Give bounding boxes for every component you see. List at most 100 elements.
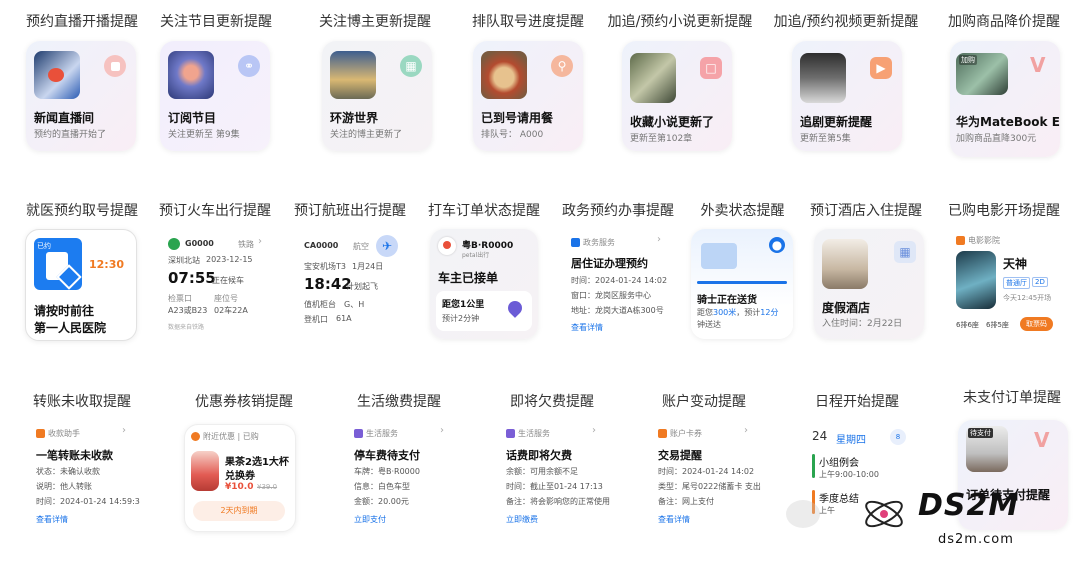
section-title-taxi: 打车订单状态提醒 (428, 203, 540, 219)
live-card[interactable]: 新闻直播间 预约的直播开始了 (26, 41, 136, 151)
rider-illustration (701, 243, 737, 269)
queue-card-title: 已到号请用餐 (481, 111, 554, 125)
train-time: 07:55 (168, 269, 216, 287)
delivery-card[interactable]: ● 骑士正在送货 距您300米，预计12分 钟送达 (691, 229, 793, 339)
transfer-note-row: 说明：他人转账 (36, 482, 92, 491)
hospital-card[interactable]: 已约 12:30 请按时前往 第一人民医院 (25, 229, 137, 341)
dining-icon: ⚲ (551, 55, 573, 77)
train-card[interactable]: G0000 铁路 › 深圳北站 2023-12-15 07:55 正在候车 检票… (160, 229, 270, 339)
location-icon (505, 298, 525, 318)
parking-head: 生活服务 (354, 428, 398, 439)
plane-icon: ✈ (376, 235, 398, 257)
train-icon (168, 238, 180, 250)
transfer-status-row: 状态：未确认收款 (36, 467, 100, 476)
account-card[interactable]: 账户卡券 › 交易提醒 时间：2024-01-24 14:02 类型：尾号022… (652, 420, 762, 530)
parking-plate-row: 车牌：粤B·R0000 (354, 467, 420, 476)
ticket-code-button[interactable]: 取票码 (1020, 317, 1053, 331)
pay-bill-link[interactable]: 立即缴费 (506, 514, 538, 525)
gov-title: 居住证办理预约 (571, 257, 648, 270)
taxi-card[interactable]: 粤B·R0000 petal出行 车主已接单 距您1公里 预计2分钟 (430, 229, 538, 339)
parking-amount-row: 金额：20.00元 (354, 497, 409, 506)
novel-thumbnail (630, 53, 676, 103)
account-note-row: 备注：网上支付 (658, 497, 714, 506)
section-title-transfer: 转账未收取提醒 (33, 394, 131, 410)
movie-head: 电影影院 (956, 235, 1000, 246)
gov-card[interactable]: 政务服务 › 居住证办理预约 时间：2024-01-24 14:02 窗口：龙岗… (563, 229, 673, 339)
transfer-card[interactable]: 收款助手 › 一笔转账未收款 状态：未确认收款 说明：他人转账 时间：2024-… (30, 420, 140, 530)
flight-status: 计划起飞 (346, 282, 378, 291)
movie-poster (956, 251, 996, 309)
video-card-title: 追剧更新提醒 (800, 115, 873, 129)
gov-detail-link[interactable]: 查看详情 (571, 322, 603, 333)
section-title-live: 预约直播开播提醒 (26, 14, 138, 30)
flight-tag: 航空 (353, 242, 369, 251)
wechat-watermark-icon (786, 500, 820, 528)
queue-card-sub: 排队号： A000 (481, 130, 544, 140)
coupon-price: ¥10.0 (225, 482, 254, 492)
live-card-title: 新闻直播间 (34, 111, 95, 125)
program-card-sub: 关注更新至 第9集 (168, 130, 240, 140)
price-drop-card[interactable]: 加购 V 华为MateBook E 加购商品直降300元 (950, 41, 1060, 157)
account-head: 账户卡券 (658, 428, 702, 439)
account-detail-link[interactable]: 查看详情 (658, 514, 690, 525)
blogger-card-sub: 关注的博主更新了 (330, 130, 403, 140)
taxi-dist: 距您1公里 (442, 300, 485, 310)
section-title-bill: 生活缴费提醒 (357, 394, 441, 410)
parking-card[interactable]: 生活服务 › 停车费待支付 车牌：粤B·R0000 信息：白色车型 金额：20.… (348, 420, 458, 530)
unpaid-badge: 待支付 (968, 428, 993, 438)
schedule-count-badge: 8 (890, 429, 906, 445)
coupon-old-price: ¥39.0 (257, 483, 278, 491)
delivery-detail: 距您300米，预计12分 (697, 308, 779, 317)
movie-format-tag: 2D (1032, 277, 1048, 287)
movie-card[interactable]: 电影影院 天神 普通厅 2D 今天12:45开场 6排6座 6排5座 取票码 (950, 229, 1060, 339)
flight-time: 18:42 (304, 275, 352, 293)
gov-head: 政务服务 (571, 237, 615, 248)
hotel-thumbnail (822, 239, 868, 289)
coupon-expiry-button[interactable]: 2天内到期 (193, 501, 285, 521)
queue-card[interactable]: ⚲ 已到号请用餐 排队号： A000 (473, 41, 583, 151)
section-title-blogger: 关注博主更新提醒 (319, 14, 431, 30)
blogger-thumbnail (330, 51, 376, 99)
product-thumbnail: 待支付 (966, 426, 1008, 472)
schedule-day: 24 (812, 429, 828, 443)
movie-time: 今天12:45开场 (1003, 294, 1052, 302)
gov-time-row: 时间：2024-01-24 14:02 (571, 276, 668, 285)
section-title-account: 账户变动提醒 (662, 394, 746, 410)
flight-airport: 宝安机场T3 (304, 262, 346, 271)
live-app-icon (104, 55, 126, 77)
hotel-card[interactable]: ▦ 度假酒店 入住时间：2月22日 (814, 229, 924, 339)
hotel-sub: 入住时间：2月22日 (822, 319, 903, 329)
section-title-queue: 排队取号进度提醒 (472, 14, 584, 30)
event-2-time: 上午 (819, 506, 835, 515)
arrears-card[interactable]: 生活服务 › 话费即将欠费 余额：可用余额不足 时间：截止至01-24 17:1… (500, 420, 610, 530)
arrears-time-row: 时间：截止至01-24 17:13 (506, 482, 603, 491)
video-card[interactable]: ▶ 追剧更新提醒 更新至第5集 (792, 41, 902, 151)
pay-now-link[interactable]: 立即支付 (354, 514, 386, 525)
coupon-title-2: 兑换券 (225, 471, 255, 482)
flight-card[interactable]: CA0000 航空 ✈ 宝安机场T3 1月24日 18:42 计划起飞 值机柜台… (296, 229, 406, 339)
section-title-hotel: 预订酒店入住提醒 (810, 203, 922, 219)
account-type-row: 类型：尾号0222储蓄卡 支出 (658, 482, 761, 491)
hospital-time: 12:30 (89, 258, 125, 271)
coupon-card[interactable]: 附近优惠 | 已购 果茶2选1大杯 兑换券 ¥10.0 ¥39.0 2天内到期 (184, 424, 296, 532)
delivery-detail-end: 钟送达 (697, 320, 721, 329)
transfer-detail-link[interactable]: 查看详情 (36, 514, 68, 525)
arrears-balance-row: 余额：可用余额不足 (506, 467, 578, 476)
section-title-schedule: 日程开始提醒 (815, 394, 899, 410)
section-title-coupon: 优惠券核销提醒 (195, 394, 293, 410)
novel-card[interactable]: □ 收藏小说更新了 更新至第102章 (622, 41, 732, 151)
transfer-time-row: 时间：2024-01-24 14:59:38 (36, 497, 140, 506)
video-thumbnail (800, 53, 846, 103)
chevron-right-icon: › (258, 236, 262, 247)
coupon-title-1: 果茶2选1大杯 (225, 457, 289, 468)
event-1-time: 上午9:00-10:00 (819, 470, 879, 479)
program-card[interactable]: ⚭ 订阅节目 关注更新至 第9集 (160, 41, 270, 151)
taxi-app: petal出行 (462, 252, 490, 259)
section-title-program: 关注节目更新提醒 (160, 14, 272, 30)
gov-addr-row: 地址：龙岗大道A栋300号 (571, 306, 664, 315)
taxi-eta: 预计2分钟 (442, 314, 480, 323)
hotel-title: 度假酒店 (822, 301, 871, 315)
blogger-card[interactable]: ▦ 环游世界 关注的博主更新了 (322, 41, 432, 151)
live-card-sub: 预约的直播开始了 (34, 130, 107, 140)
train-from: 深圳北站 (168, 256, 200, 265)
